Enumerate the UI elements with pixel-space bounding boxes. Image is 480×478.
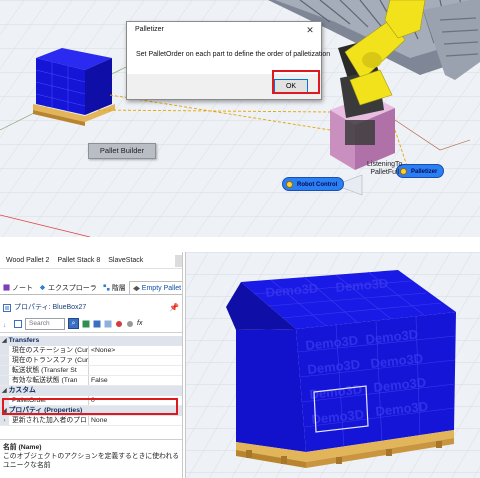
expand-icon[interactable]: [82, 320, 90, 328]
property-value[interactable]: <None>: [89, 346, 182, 355]
robot-control-icon: [286, 181, 293, 188]
collapse-triangle-icon: ◢: [2, 338, 7, 344]
properties-title: プロパティ: BlueBox27 📌: [0, 301, 182, 314]
pallet-icon: [132, 285, 140, 291]
property-key: 更新された加入者のプロ: [9, 416, 89, 425]
sort-az-icon[interactable]: ↓: [3, 320, 11, 328]
category-properties-label: プロパティ (Properties): [8, 407, 83, 414]
pane-tab-empty-pallet[interactable]: Empty Pallet: [128, 281, 182, 294]
palletizer-dialog: Palletizer ✕ Set PalletOrder on each par…: [126, 21, 330, 100]
pallet-order-key: PalletOrder: [9, 396, 89, 405]
collapse-icon[interactable]: [93, 320, 101, 328]
note-icon: [3, 284, 10, 291]
property-key: 転送状態 (Transfer St: [9, 366, 89, 375]
collapse-triangle-icon: ◢: [2, 408, 7, 414]
pin-icon[interactable]: 📌: [169, 301, 179, 314]
property-value[interactable]: None: [89, 416, 182, 425]
property-value[interactable]: [89, 366, 182, 375]
hierarchy-icon: [103, 284, 110, 291]
listening-label-line1: ListeningTo: [367, 161, 403, 168]
dialog-title: Palletizer: [127, 22, 321, 38]
pallet-order-value[interactable]: 0: [89, 396, 182, 405]
palletizer-node[interactable]: Palletizer: [396, 164, 445, 178]
blue-box-stack: [33, 48, 115, 126]
top-3d-viewport[interactable]: Palletizer ✕ Set PalletOrder on each par…: [0, 0, 480, 237]
property-row[interactable]: 現在のトランスファ (Cur: [0, 356, 182, 366]
category-properties[interactable]: ◢ プロパティ (Properties): [0, 406, 182, 416]
pane-tab-hierarchy-label: 階層: [111, 284, 126, 292]
properties-title-text: プロパティ: BlueBox27: [14, 304, 87, 311]
properties-panel: Wood Pallet 2 Pallet Stack 8 SlaveStack …: [0, 252, 183, 478]
property-row[interactable]: 現在のステーション (Cur <None>: [0, 346, 182, 356]
property-value[interactable]: False: [89, 376, 182, 385]
category-transfers-label: Transfers: [8, 337, 40, 344]
document-tabs: Wood Pallet 2 Pallet Stack 8 SlaveStack: [0, 252, 182, 269]
robot-control-label: Robot Control: [297, 182, 338, 188]
properties-icon: [3, 303, 11, 312]
search-icon[interactable]: ⌕: [68, 318, 79, 329]
category-transfers[interactable]: ◢ Transfers: [0, 336, 182, 346]
category-custom-label: カスタム: [8, 387, 36, 394]
fx-icon[interactable]: fx: [137, 320, 142, 327]
property-key: 有効な転送状態 (Tran: [9, 376, 89, 385]
close-icon[interactable]: ✕: [299, 22, 321, 38]
pane-tabs: ノート エクスプローラ 階層 Empty Pallet: [0, 281, 182, 295]
bottom-3d-viewport[interactable]: Demo3D Demo3D Demo3D Demo3D Demo3D Demo3…: [185, 252, 480, 478]
robot-control-node[interactable]: Robot Control: [282, 177, 345, 191]
doc-tab-slave-stack[interactable]: SlaveStack: [108, 257, 143, 264]
collapse-triangle-icon: ◢: [2, 388, 7, 394]
settings-icon[interactable]: [126, 320, 134, 328]
property-value[interactable]: [89, 356, 182, 365]
box-closeup-scene: Demo3D Demo3D Demo3D Demo3D Demo3D Demo3…: [186, 252, 480, 478]
svg-text:↓: ↓: [3, 323, 6, 328]
description-title: 名前 (Name): [3, 444, 42, 451]
pane-tab-explorer[interactable]: エクスプローラ: [36, 281, 100, 294]
property-key: 現在のトランスファ (Cur: [9, 356, 89, 365]
dialog-footer: OK: [127, 70, 321, 99]
refresh-icon[interactable]: [115, 320, 123, 328]
pane-tab-hierarchy[interactable]: 階層: [100, 281, 129, 294]
listening-to-label: ListeningTo PalletFull: [367, 161, 402, 177]
doc-tab-pallet-stack[interactable]: Pallet Stack 8: [57, 257, 100, 264]
doc-tab-wood-pallet[interactable]: Wood Pallet 2: [6, 257, 49, 264]
properties-toolbar: ↓ ⌕ fx: [0, 315, 182, 333]
pallet-order-row[interactable]: PalletOrder 0: [0, 396, 182, 406]
categorized-icon[interactable]: [14, 319, 22, 328]
copy-icon[interactable]: [104, 320, 112, 328]
pallet-builder-button[interactable]: Pallet Builder: [88, 143, 156, 159]
ok-button[interactable]: OK: [274, 79, 308, 94]
tab-scroll-button[interactable]: [175, 255, 182, 267]
description-text: このオブジェクトのアクションを定義するときに使われるユニークな名前: [3, 453, 180, 469]
property-key: 現在のステーション (Cur: [9, 346, 89, 355]
property-row[interactable]: 有効な転送状態 (Tran False: [0, 376, 182, 386]
property-row[interactable]: › 更新された加入者のプロ None: [0, 416, 182, 426]
description-panel: 名前 (Name) このオブジェクトのアクションを定義するときに使われるユニーク…: [0, 439, 182, 478]
palletizer-label: Palletizer: [411, 169, 438, 175]
pane-tab-notes-label: ノート: [12, 284, 33, 292]
property-grid: ◢ Transfers 現在のステーション (Cur <None> 現在のトランス…: [0, 336, 182, 426]
explorer-icon: [39, 284, 46, 291]
property-row[interactable]: 転送状態 (Transfer St: [0, 366, 182, 376]
pane-tab-notes[interactable]: ノート: [0, 281, 36, 294]
pane-tab-explorer-label: エクスプローラ: [48, 284, 97, 292]
category-custom[interactable]: ◢ カスタム: [0, 386, 182, 396]
pane-tab-empty-pallet-label: Empty Pallet: [141, 284, 182, 292]
search-input[interactable]: [25, 317, 65, 330]
dialog-message: Set PalletOrder on each part to define t…: [127, 38, 330, 76]
listening-label-line2: PalletFull: [370, 169, 400, 176]
